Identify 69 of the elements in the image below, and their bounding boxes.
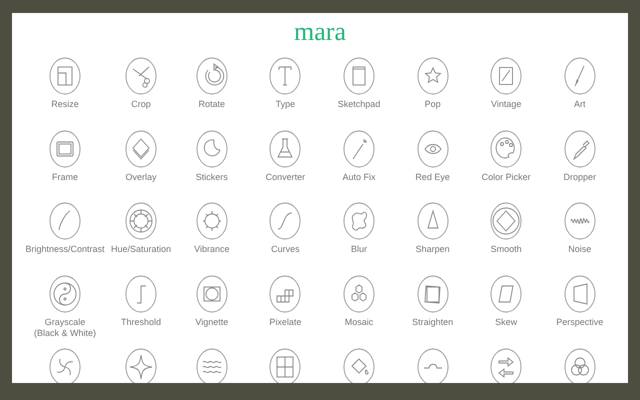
tool-button[interactable]: Sharpen <box>396 202 470 276</box>
step-icon <box>125 275 157 314</box>
layers-icon <box>125 130 157 168</box>
wave-icon <box>564 202 596 240</box>
waves-icon <box>196 348 228 383</box>
tool-button[interactable]: Type <box>248 57 322 130</box>
tool-button[interactable]: Perspective <box>542 275 617 348</box>
tool-button[interactable]: Vibrance <box>175 202 249 276</box>
tool-button[interactable]: Hue/Saturation <box>107 202 175 276</box>
hexagons-icon <box>342 275 375 314</box>
rectangles-icon <box>49 57 81 95</box>
tool-button[interactable]: Blur <box>322 202 396 276</box>
notepad-icon <box>342 57 375 95</box>
rotate-icon <box>196 57 228 95</box>
tool-button[interactable]: Red Eye <box>396 130 470 202</box>
blob-icon <box>342 202 375 240</box>
tool-button[interactable]: Pop <box>396 57 470 130</box>
tool-button[interactable]: Resize <box>23 57 107 130</box>
grid-icon <box>269 348 302 383</box>
tool-button[interactable]: Threshold <box>107 275 175 348</box>
sticker-icon <box>196 130 228 168</box>
vignette-icon <box>196 275 228 314</box>
flask-icon <box>269 130 302 168</box>
tool-button[interactable]: Curves <box>248 202 322 276</box>
tool-button[interactable]: Brightness/Contrast <box>23 202 107 276</box>
paint-bucket-icon <box>342 348 375 383</box>
tool-button[interactable]: Grayscale (Black & White) <box>23 275 107 348</box>
tool-button[interactable]: Pixelate <box>248 275 322 348</box>
tool-button[interactable]: Crop <box>107 57 175 130</box>
tool-button[interactable]: Auto Fix <box>322 130 396 202</box>
scissors-icon <box>125 57 157 95</box>
letter-t-icon <box>269 57 302 95</box>
pixels-icon <box>269 275 302 314</box>
circles-icon <box>564 348 596 383</box>
dropper-icon <box>564 130 596 168</box>
curve-icon <box>269 202 302 240</box>
tool-button[interactable]: Skew <box>469 275 543 348</box>
tool-button[interactable]: Smooth <box>469 202 543 276</box>
magic-wand-icon <box>342 130 375 168</box>
yin-yang-icon <box>49 275 81 314</box>
palette-icon <box>490 130 522 168</box>
tool-button[interactable]: Straighten <box>396 275 470 348</box>
swirl-icon <box>49 348 81 383</box>
sun-icon <box>196 202 228 240</box>
ornate-frame-icon <box>49 130 81 168</box>
tool-button[interactable]: Sketchpad <box>322 57 396 130</box>
bump-icon <box>416 348 449 383</box>
tool-button[interactable]: Mosaic <box>322 275 396 348</box>
parallelogram-icon <box>490 275 522 314</box>
tool-button[interactable]: Vignette <box>175 275 249 348</box>
trapezoid-icon <box>564 275 596 314</box>
tool-button[interactable]: Stickers <box>175 130 249 202</box>
half-oval-icon <box>49 202 81 240</box>
tool-button[interactable]: Art <box>542 57 617 130</box>
tool-button[interactable]: Dropper <box>542 130 617 202</box>
color-wheel-icon <box>125 202 157 240</box>
tool-button[interactable]: Vintage <box>469 57 543 130</box>
eye-icon <box>416 130 449 168</box>
pinch-star-icon <box>125 348 157 383</box>
tool-button[interactable]: Color Picker <box>469 130 543 202</box>
brush-icon <box>564 57 596 95</box>
tool-button[interactable]: Converter <box>248 130 322 202</box>
tool-button[interactable]: Rotate <box>175 57 249 130</box>
mara-logo: mara <box>294 17 346 47</box>
tool-button[interactable]: Overlay <box>107 130 175 202</box>
tool-button[interactable]: Frame <box>23 130 107 202</box>
tool-button[interactable]: Noise <box>542 202 617 276</box>
picture-frame-icon <box>490 57 522 95</box>
arrows-icon <box>490 348 522 383</box>
